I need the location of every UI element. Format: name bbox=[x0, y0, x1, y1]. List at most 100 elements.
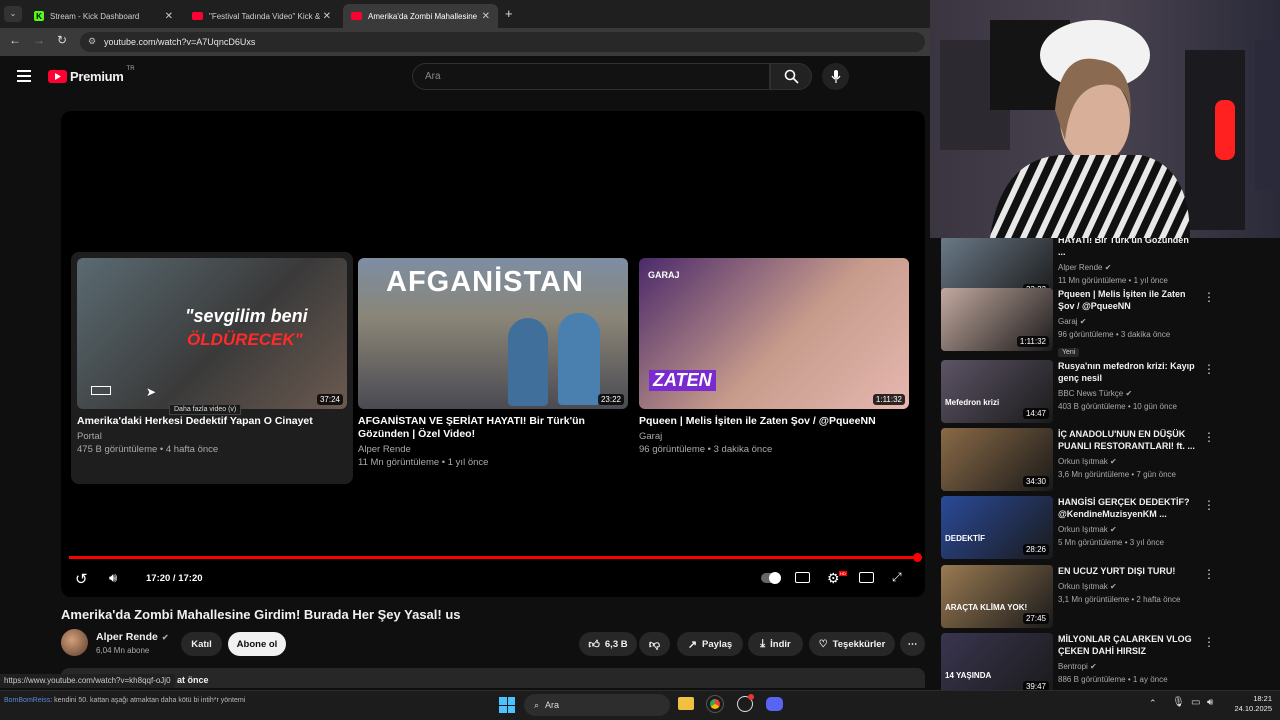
link-status-url: https://www.youtube.com/watch?v=kh8qqf-o… bbox=[0, 674, 175, 688]
sidebar-info: Pqueen | Melis İşiten ile Zaten Şov / @P… bbox=[1058, 288, 1198, 359]
sidebar-thumbnail[interactable]: ARAÇTA KLİMA YOK! 27:45 bbox=[941, 565, 1053, 628]
speaker-icon[interactable]: 🔊︎ bbox=[1207, 697, 1213, 708]
sidebar-video-item[interactable]: 23:22HAYATI! Bir Türk'ün Gözünden ...Alp… bbox=[941, 230, 1266, 299]
taskbar-search[interactable]: ⌕ Ara bbox=[524, 694, 670, 716]
endscreen-card-2-info[interactable]: AFGANİSTAN VE ŞERİAT HAYATI! Bir Türk'ün… bbox=[358, 415, 628, 468]
thanks-label: Teşekkürler bbox=[832, 638, 886, 650]
site-info-icon[interactable]: ⚙ bbox=[88, 36, 96, 47]
verified-icon: ✔ bbox=[1079, 317, 1087, 326]
card-meta: 11 Mn görüntüleme • 1 yıl önce bbox=[358, 457, 489, 468]
tray-chevron-icon[interactable]: ⌃ bbox=[1149, 698, 1157, 709]
clock[interactable]: 18:21 24.10.2025 bbox=[1226, 694, 1272, 714]
scrubber-handle[interactable] bbox=[913, 553, 922, 562]
download-icon: ⤓ bbox=[760, 637, 766, 650]
join-button[interactable]: Katıl bbox=[181, 632, 222, 656]
card-meta: 96 görüntüleme • 3 dakika önce bbox=[639, 444, 773, 455]
tab-current-video[interactable]: Amerika'da Zombi Mahallesine ✕ bbox=[343, 4, 498, 28]
start-icon[interactable] bbox=[499, 697, 515, 713]
thumb-caption: ARAÇTA KLİMA YOK! bbox=[945, 603, 1028, 612]
video-duration: 27:45 bbox=[1022, 613, 1049, 624]
sidebar-meta: 96 görüntüleme • 3 dakika önce bbox=[1058, 330, 1171, 339]
description-snippet: at önce bbox=[177, 675, 209, 685]
share-icon: ↗ bbox=[687, 638, 698, 651]
autoplay-toggle[interactable] bbox=[761, 572, 781, 584]
sidebar-channel: BBC News Türkçe ✔ bbox=[1058, 387, 1198, 400]
thanks-icon: ♡ bbox=[818, 638, 828, 650]
more-actions-button[interactable]: ⋯ bbox=[900, 632, 925, 656]
more-options-icon[interactable]: ⋮ bbox=[1203, 635, 1215, 649]
sidebar-video-item[interactable]: ARAÇTA KLİMA YOK! 27:45 EN UCUZ YURT DIŞI … bbox=[941, 565, 1266, 629]
tab-kick-dashboard[interactable]: K Stream - Kick Dashboard ✕ bbox=[26, 4, 181, 28]
dislike-button[interactable]: 👎︎ bbox=[639, 632, 670, 656]
settings-icon[interactable]: ⚙ bbox=[827, 570, 840, 587]
sidebar-channel: Garaj ✔ bbox=[1058, 315, 1198, 328]
endscreen-thumb-1[interactable]: "sevgilim beni ÖLDÜRECEK" 37:24 bbox=[77, 258, 347, 409]
endscreen-thumb-2[interactable]: AFGANİSTAN 23:22 bbox=[358, 258, 628, 409]
endscreen-thumb-3[interactable]: GARAJ ZATEN 1:11:32 bbox=[639, 258, 909, 409]
sidebar-video-item[interactable]: 1:11:32 Pqueen | Melis İşiten ile Zaten Ş… bbox=[941, 288, 1266, 357]
volume-icon[interactable]: 🔊︎ bbox=[109, 570, 117, 586]
sidebar-thumbnail[interactable]: 14 YAŞINDA 39:47 bbox=[941, 633, 1053, 696]
fullscreen-icon[interactable]: ⤢ bbox=[892, 570, 902, 585]
share-button[interactable]: ↗ Paylaş bbox=[677, 632, 743, 656]
like-button[interactable]: 👍︎ 6,3 B bbox=[579, 632, 637, 656]
battery-icon bbox=[91, 386, 111, 395]
replay-icon[interactable]: ↺ bbox=[75, 570, 88, 588]
sidebar-thumbnail[interactable]: 34:30 bbox=[941, 428, 1053, 491]
display-icon[interactable]: ▭ bbox=[1191, 697, 1200, 708]
theater-icon[interactable] bbox=[859, 572, 874, 583]
forward-icon[interactable]: → bbox=[33, 33, 45, 47]
tab-list-button[interactable]: ⌄ bbox=[4, 6, 22, 22]
close-icon[interactable]: ✕ bbox=[481, 10, 490, 22]
sidebar-video-item[interactable]: Mefedron krizi 14:47 Rusya'nın mefedron kr… bbox=[941, 360, 1266, 424]
reload-icon[interactable]: ↻ bbox=[57, 33, 67, 47]
endscreen-card-1-info[interactable]: Amerika'daki Herkesi Dedektif Yapan O Ci… bbox=[77, 415, 347, 455]
webcam-image bbox=[930, 0, 1280, 238]
menu-icon[interactable] bbox=[17, 70, 31, 82]
more-options-icon[interactable]: ⋮ bbox=[1203, 430, 1215, 444]
discord-icon[interactable] bbox=[766, 697, 783, 711]
sidebar-thumbnail[interactable]: DEDEKTİF 28:26 bbox=[941, 496, 1053, 559]
more-options-icon[interactable]: ⋮ bbox=[1203, 362, 1215, 376]
chat-overlay: BomBomReiss: kendini 50. kattan aşağı at… bbox=[4, 695, 294, 706]
channel-avatar[interactable] bbox=[61, 629, 88, 656]
new-tab-button[interactable]: + bbox=[505, 6, 513, 21]
download-button[interactable]: ⤓ İndir bbox=[748, 632, 803, 656]
sidebar-thumbnail[interactable]: Mefedron krizi 14:47 bbox=[941, 360, 1053, 423]
back-icon[interactable]: ← bbox=[9, 33, 21, 47]
thanks-button[interactable]: ♡ Teşekkürler bbox=[809, 632, 895, 656]
search-input[interactable]: Ara bbox=[412, 63, 770, 90]
endscreen-card-3-info[interactable]: Pqueen | Melis İşiten ile Zaten Şov / @P… bbox=[639, 415, 909, 455]
sidebar-video-item[interactable]: DEDEKTİF 28:26 HANGİSİ GERÇEK DEDEKTİF? @K… bbox=[941, 496, 1266, 560]
chrome-icon[interactable] bbox=[706, 695, 724, 713]
channel-name[interactable]: Alper Rende ✔ bbox=[96, 631, 169, 643]
more-options-icon[interactable]: ⋮ bbox=[1203, 498, 1215, 512]
clock-time: 18:21 bbox=[1253, 694, 1272, 703]
verified-icon: ✔ bbox=[1110, 582, 1117, 591]
card-channel: Alper Rende bbox=[358, 444, 411, 455]
youtube-logo[interactable]: Premium TR bbox=[48, 66, 135, 84]
verified-icon: ✔ bbox=[161, 632, 169, 642]
figure-burqa bbox=[508, 318, 548, 406]
sidebar-meta: 3,6 Mn görüntüleme • 7 gün önce bbox=[1058, 470, 1176, 479]
progress-bar[interactable] bbox=[69, 556, 918, 559]
file-explorer-icon[interactable] bbox=[678, 697, 694, 710]
close-icon[interactable]: ✕ bbox=[322, 10, 331, 22]
tab-kick-video[interactable]: "Festival Tadında Video" Kick & ✕ bbox=[184, 4, 339, 28]
mic-button[interactable] bbox=[822, 63, 849, 90]
subscribe-button[interactable]: Abone ol bbox=[228, 632, 286, 656]
mic-tray-icon[interactable]: 🎙︎ bbox=[1172, 697, 1185, 708]
join-label: Katıl bbox=[191, 638, 212, 650]
more-options-icon[interactable]: ⋮ bbox=[1203, 290, 1215, 304]
search-button[interactable] bbox=[770, 63, 812, 90]
close-icon[interactable]: ✕ bbox=[165, 11, 173, 22]
sidebar-thumbnail[interactable]: 1:11:32 bbox=[941, 288, 1053, 351]
more-options-icon[interactable]: ⋮ bbox=[1203, 567, 1215, 581]
sidebar-video-item[interactable]: 14 YAŞINDA 39:47 MİLYONLAR ÇALARKEN VLOG Ç… bbox=[941, 633, 1266, 697]
sidebar-video-item[interactable]: 34:30 İÇ ANADOLU'NUN EN DÜŞÜK PUANLI REST… bbox=[941, 428, 1266, 492]
sidebar-info: HAYATI! Bir Türk'ün Gözünden ... Alper Re… bbox=[1058, 234, 1198, 287]
url-field[interactable]: ⚙ youtube.com/watch?v=A7UqncD6Uxs bbox=[80, 32, 925, 52]
tab-label: Stream - Kick Dashboard bbox=[50, 11, 140, 21]
chat-user: BomBomReiss bbox=[4, 697, 51, 704]
subtitles-icon[interactable] bbox=[795, 572, 810, 583]
